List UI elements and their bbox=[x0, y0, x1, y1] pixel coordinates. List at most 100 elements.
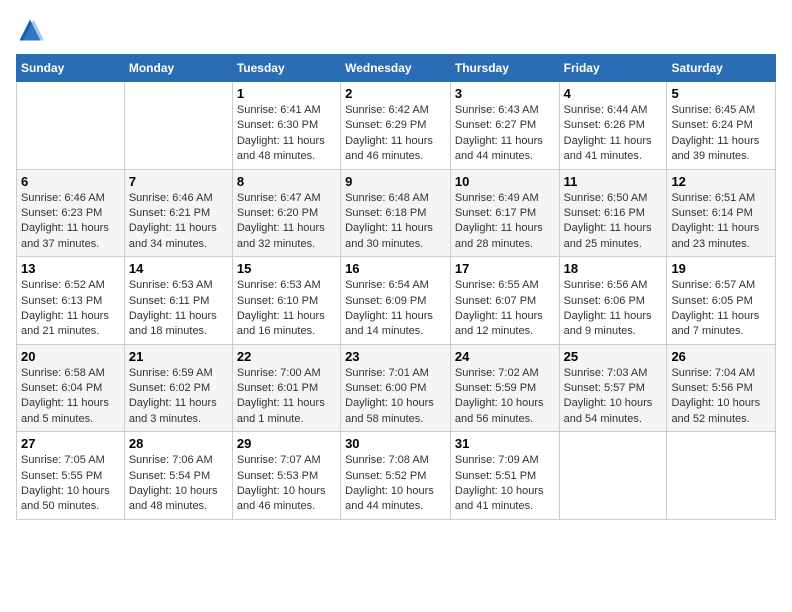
calendar-header-row: SundayMondayTuesdayWednesdayThursdayFrid… bbox=[17, 55, 776, 82]
calendar-cell: 4 Sunrise: 6:44 AM Sunset: 6:26 PM Daylig… bbox=[559, 82, 667, 170]
day-number: 27 bbox=[21, 436, 120, 451]
calendar-cell: 20 Sunrise: 6:58 AM Sunset: 6:04 PM Dayli… bbox=[17, 344, 125, 432]
day-number: 25 bbox=[564, 349, 663, 364]
calendar-cell: 28 Sunrise: 7:06 AM Sunset: 5:54 PM Dayli… bbox=[124, 432, 232, 520]
day-info: Sunrise: 7:02 AM Sunset: 5:59 PM Dayligh… bbox=[455, 367, 544, 425]
day-header-tuesday: Tuesday bbox=[232, 55, 340, 82]
day-info: Sunrise: 6:58 AM Sunset: 6:04 PM Dayligh… bbox=[21, 367, 109, 425]
day-number: 3 bbox=[455, 86, 555, 101]
day-number: 19 bbox=[671, 261, 771, 276]
day-info: Sunrise: 6:41 AM Sunset: 6:30 PM Dayligh… bbox=[237, 104, 325, 162]
page-header bbox=[16, 16, 776, 44]
day-number: 6 bbox=[21, 174, 120, 189]
day-info: Sunrise: 7:07 AM Sunset: 5:53 PM Dayligh… bbox=[237, 454, 326, 512]
day-info: Sunrise: 6:51 AM Sunset: 6:14 PM Dayligh… bbox=[671, 192, 759, 250]
calendar-cell: 26 Sunrise: 7:04 AM Sunset: 5:56 PM Dayli… bbox=[667, 344, 776, 432]
day-number: 10 bbox=[455, 174, 555, 189]
day-number: 30 bbox=[345, 436, 446, 451]
calendar-week-3: 13 Sunrise: 6:52 AM Sunset: 6:13 PM Dayli… bbox=[17, 257, 776, 345]
day-number: 2 bbox=[345, 86, 446, 101]
day-number: 28 bbox=[129, 436, 228, 451]
day-header-wednesday: Wednesday bbox=[341, 55, 451, 82]
day-info: Sunrise: 6:42 AM Sunset: 6:29 PM Dayligh… bbox=[345, 104, 433, 162]
calendar-week-2: 6 Sunrise: 6:46 AM Sunset: 6:23 PM Daylig… bbox=[17, 169, 776, 257]
day-number: 31 bbox=[455, 436, 555, 451]
day-info: Sunrise: 6:50 AM Sunset: 6:16 PM Dayligh… bbox=[564, 192, 652, 250]
day-number: 21 bbox=[129, 349, 228, 364]
calendar-cell: 25 Sunrise: 7:03 AM Sunset: 5:57 PM Dayli… bbox=[559, 344, 667, 432]
calendar-cell: 30 Sunrise: 7:08 AM Sunset: 5:52 PM Dayli… bbox=[341, 432, 451, 520]
day-number: 5 bbox=[671, 86, 771, 101]
day-number: 23 bbox=[345, 349, 446, 364]
day-number: 17 bbox=[455, 261, 555, 276]
logo-icon bbox=[16, 16, 44, 44]
calendar-cell: 2 Sunrise: 6:42 AM Sunset: 6:29 PM Daylig… bbox=[341, 82, 451, 170]
calendar-cell: 22Sunrise: 7:00 AM Sunset: 6:01 PM Dayli… bbox=[232, 344, 340, 432]
calendar-cell: 1Sunrise: 6:41 AM Sunset: 6:30 PM Daylig… bbox=[232, 82, 340, 170]
day-number: 4 bbox=[564, 86, 663, 101]
day-info: Sunrise: 6:53 AM Sunset: 6:10 PM Dayligh… bbox=[237, 279, 325, 337]
calendar-cell: 24 Sunrise: 7:02 AM Sunset: 5:59 PM Dayli… bbox=[450, 344, 559, 432]
calendar-cell: 13 Sunrise: 6:52 AM Sunset: 6:13 PM Dayli… bbox=[17, 257, 125, 345]
calendar-cell: 3 Sunrise: 6:43 AM Sunset: 6:27 PM Daylig… bbox=[450, 82, 559, 170]
day-info: Sunrise: 6:46 AM Sunset: 6:23 PM Dayligh… bbox=[21, 192, 109, 250]
calendar-cell: 6 Sunrise: 6:46 AM Sunset: 6:23 PM Daylig… bbox=[17, 169, 125, 257]
day-info: Sunrise: 7:06 AM Sunset: 5:54 PM Dayligh… bbox=[129, 454, 218, 512]
day-info: Sunrise: 6:59 AM Sunset: 6:02 PM Dayligh… bbox=[129, 367, 217, 425]
day-number: 15 bbox=[237, 261, 336, 276]
calendar-cell: 10 Sunrise: 6:49 AM Sunset: 6:17 PM Dayli… bbox=[450, 169, 559, 257]
day-info: Sunrise: 6:49 AM Sunset: 6:17 PM Dayligh… bbox=[455, 192, 543, 250]
calendar-cell: 21 Sunrise: 6:59 AM Sunset: 6:02 PM Dayli… bbox=[124, 344, 232, 432]
day-number: 24 bbox=[455, 349, 555, 364]
day-number: 11 bbox=[564, 174, 663, 189]
day-header-thursday: Thursday bbox=[450, 55, 559, 82]
day-info: Sunrise: 7:01 AM Sunset: 6:00 PM Dayligh… bbox=[345, 367, 434, 425]
calendar-cell: 29 Sunrise: 7:07 AM Sunset: 5:53 PM Dayli… bbox=[232, 432, 340, 520]
calendar-cell: 31 Sunrise: 7:09 AM Sunset: 5:51 PM Dayli… bbox=[450, 432, 559, 520]
day-info: Sunrise: 6:52 AM Sunset: 6:13 PM Dayligh… bbox=[21, 279, 109, 337]
day-info: Sunrise: 7:09 AM Sunset: 5:51 PM Dayligh… bbox=[455, 454, 544, 512]
day-number: 26 bbox=[671, 349, 771, 364]
calendar-cell: 5Sunrise: 6:45 AM Sunset: 6:24 PM Daylig… bbox=[667, 82, 776, 170]
calendar-week-5: 27 Sunrise: 7:05 AM Sunset: 5:55 PM Dayli… bbox=[17, 432, 776, 520]
calendar-cell: 8Sunrise: 6:47 AM Sunset: 6:20 PM Daylig… bbox=[232, 169, 340, 257]
day-info: Sunrise: 6:56 AM Sunset: 6:06 PM Dayligh… bbox=[564, 279, 652, 337]
calendar-cell: 11 Sunrise: 6:50 AM Sunset: 6:16 PM Dayli… bbox=[559, 169, 667, 257]
day-info: Sunrise: 7:08 AM Sunset: 5:52 PM Dayligh… bbox=[345, 454, 434, 512]
calendar-cell: 27 Sunrise: 7:05 AM Sunset: 5:55 PM Dayli… bbox=[17, 432, 125, 520]
day-number: 22 bbox=[237, 349, 336, 364]
day-info: Sunrise: 6:54 AM Sunset: 6:09 PM Dayligh… bbox=[345, 279, 433, 337]
day-info: Sunrise: 6:43 AM Sunset: 6:27 PM Dayligh… bbox=[455, 104, 543, 162]
day-info: Sunrise: 6:44 AM Sunset: 6:26 PM Dayligh… bbox=[564, 104, 652, 162]
calendar-cell: 16 Sunrise: 6:54 AM Sunset: 6:09 PM Dayli… bbox=[341, 257, 451, 345]
calendar-cell: 19Sunrise: 6:57 AM Sunset: 6:05 PM Dayli… bbox=[667, 257, 776, 345]
calendar-cell: 7 Sunrise: 6:46 AM Sunset: 6:21 PM Daylig… bbox=[124, 169, 232, 257]
logo bbox=[16, 16, 48, 44]
calendar-week-4: 20 Sunrise: 6:58 AM Sunset: 6:04 PM Dayli… bbox=[17, 344, 776, 432]
day-number: 16 bbox=[345, 261, 446, 276]
calendar-cell: 9 Sunrise: 6:48 AM Sunset: 6:18 PM Daylig… bbox=[341, 169, 451, 257]
calendar-week-1: 1Sunrise: 6:41 AM Sunset: 6:30 PM Daylig… bbox=[17, 82, 776, 170]
calendar-cell bbox=[667, 432, 776, 520]
calendar-cell bbox=[559, 432, 667, 520]
day-info: Sunrise: 7:05 AM Sunset: 5:55 PM Dayligh… bbox=[21, 454, 110, 512]
day-number: 8 bbox=[237, 174, 336, 189]
day-info: Sunrise: 6:46 AM Sunset: 6:21 PM Dayligh… bbox=[129, 192, 217, 250]
day-number: 20 bbox=[21, 349, 120, 364]
day-header-friday: Friday bbox=[559, 55, 667, 82]
calendar-cell: 17 Sunrise: 6:55 AM Sunset: 6:07 PM Dayli… bbox=[450, 257, 559, 345]
day-number: 29 bbox=[237, 436, 336, 451]
day-header-monday: Monday bbox=[124, 55, 232, 82]
day-number: 9 bbox=[345, 174, 446, 189]
calendar-cell bbox=[124, 82, 232, 170]
day-info: Sunrise: 6:48 AM Sunset: 6:18 PM Dayligh… bbox=[345, 192, 433, 250]
day-info: Sunrise: 7:03 AM Sunset: 5:57 PM Dayligh… bbox=[564, 367, 653, 425]
day-number: 7 bbox=[129, 174, 228, 189]
day-info: Sunrise: 6:55 AM Sunset: 6:07 PM Dayligh… bbox=[455, 279, 543, 337]
calendar-cell: 12Sunrise: 6:51 AM Sunset: 6:14 PM Dayli… bbox=[667, 169, 776, 257]
calendar-cell: 14Sunrise: 6:53 AM Sunset: 6:11 PM Dayli… bbox=[124, 257, 232, 345]
day-info: Sunrise: 7:04 AM Sunset: 5:56 PM Dayligh… bbox=[671, 367, 760, 425]
day-header-saturday: Saturday bbox=[667, 55, 776, 82]
day-number: 13 bbox=[21, 261, 120, 276]
calendar-cell: 15 Sunrise: 6:53 AM Sunset: 6:10 PM Dayli… bbox=[232, 257, 340, 345]
